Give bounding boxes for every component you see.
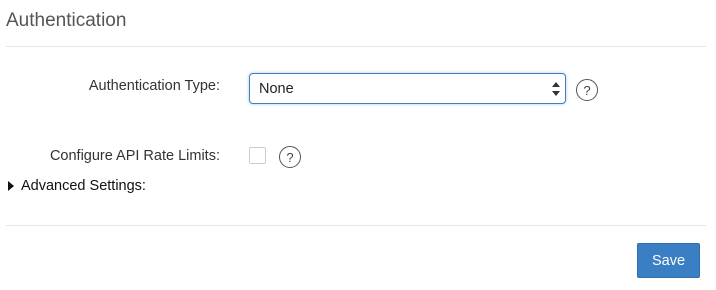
- footer-divider: [6, 225, 706, 226]
- section-title: Authentication: [6, 10, 127, 31]
- header-divider: [6, 46, 706, 47]
- api-rate-limits-label: Configure API Rate Limits:: [49, 148, 220, 164]
- authentication-type-label: Authentication Type:: [88, 78, 220, 94]
- api-rate-limits-checkbox[interactable]: [249, 147, 266, 164]
- caret-right-icon: [8, 181, 14, 191]
- advanced-settings-label: Advanced Settings:: [21, 178, 146, 194]
- help-question-mark: ?: [583, 82, 591, 98]
- api-rate-limits-help-icon[interactable]: ?: [279, 146, 301, 168]
- up-down-arrows-icon: [552, 82, 560, 96]
- save-button[interactable]: Save: [637, 243, 700, 278]
- help-question-mark: ?: [286, 149, 294, 165]
- authentication-type-select[interactable]: None: [249, 73, 566, 104]
- authentication-type-value: None: [259, 81, 294, 97]
- advanced-settings-toggle[interactable]: Advanced Settings:: [8, 178, 146, 194]
- authentication-type-help-icon[interactable]: ?: [576, 79, 598, 101]
